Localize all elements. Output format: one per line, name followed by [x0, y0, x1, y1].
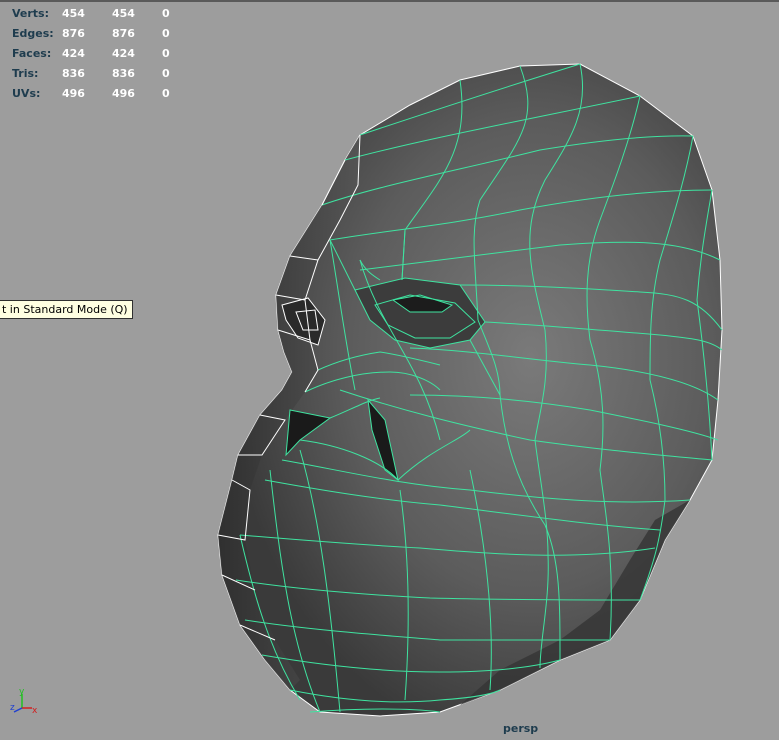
hud-label: Edges: — [12, 27, 54, 40]
3d-viewport[interactable]: Verts: 454 454 0 Edges: 876 876 0 Faces:… — [0, 0, 779, 740]
hud-row-uvs: UVs: 496 496 0 — [12, 84, 182, 104]
axis-z-label: z — [10, 703, 15, 713]
hud-value: 876 — [112, 27, 135, 40]
hud-row-edges: Edges: 876 876 0 — [12, 24, 182, 44]
hud-row-faces: Faces: 424 424 0 — [12, 44, 182, 64]
hud-row-tris: Tris: 836 836 0 — [12, 64, 182, 84]
poly-count-hud: Verts: 454 454 0 Edges: 876 876 0 Faces:… — [12, 4, 182, 104]
hud-label: Verts: — [12, 7, 50, 20]
hud-value: 0 — [162, 47, 170, 60]
hud-value: 454 — [62, 7, 85, 20]
hud-value: 0 — [162, 67, 170, 80]
hud-value: 454 — [112, 7, 135, 20]
hud-label: Faces: — [12, 47, 52, 60]
hud-value: 424 — [112, 47, 135, 60]
hud-row-verts: Verts: 454 454 0 — [12, 4, 182, 24]
hud-value: 836 — [112, 67, 135, 80]
hud-value: 496 — [62, 87, 85, 100]
hud-label: Tris: — [12, 67, 39, 80]
tool-tooltip: t in Standard Mode (Q) — [0, 300, 133, 319]
hud-value: 496 — [112, 87, 135, 100]
axis-y-label: y — [19, 688, 25, 697]
axis-gizmo-icon: y z x — [10, 688, 38, 716]
camera-name-label: persp — [503, 722, 539, 735]
hud-value: 0 — [162, 87, 170, 100]
axis-x-label: x — [32, 706, 38, 716]
head-mesh[interactable] — [0, 0, 779, 740]
hud-value: 424 — [62, 47, 85, 60]
hud-value: 0 — [162, 27, 170, 40]
hud-value: 876 — [62, 27, 85, 40]
hud-value: 836 — [62, 67, 85, 80]
hud-label: UVs: — [12, 87, 41, 100]
hud-value: 0 — [162, 7, 170, 20]
